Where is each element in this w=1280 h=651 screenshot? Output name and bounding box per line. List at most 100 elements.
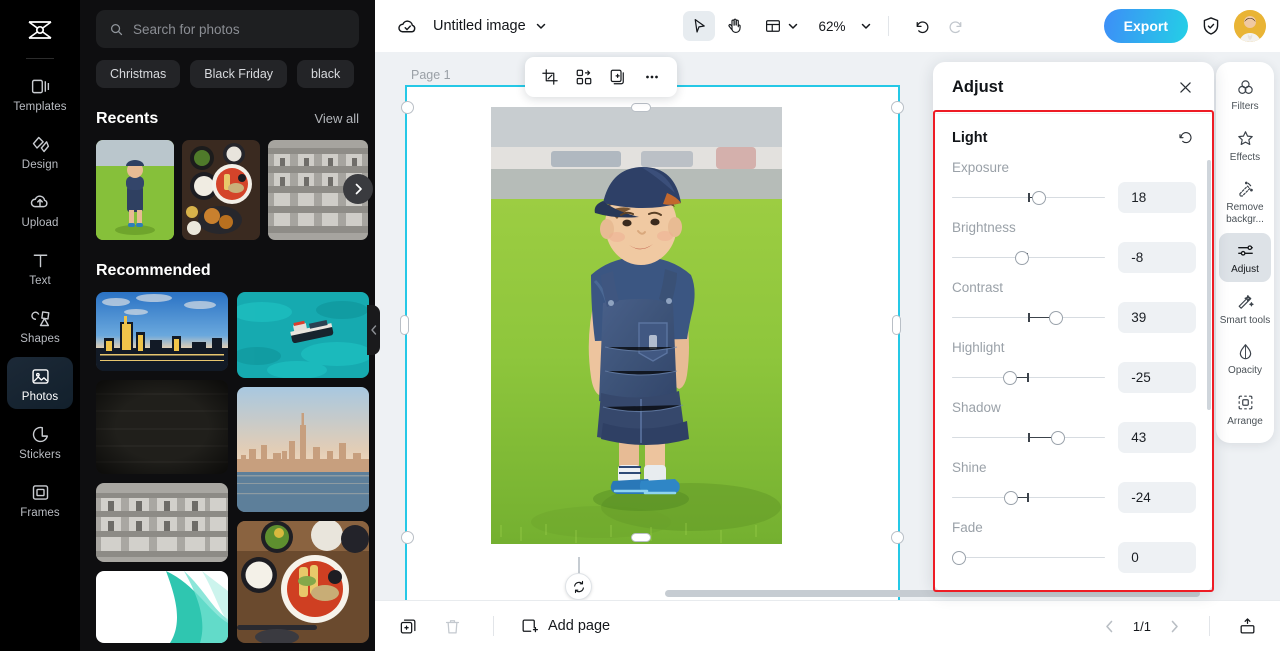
document-title-chevron-down-icon[interactable]	[535, 20, 547, 32]
rail-label: Filters	[1231, 101, 1259, 112]
contrast-value[interactable]: 39	[1118, 302, 1196, 333]
recent-thumb-boy[interactable]	[96, 140, 174, 240]
resize-handle-middle-left[interactable]	[400, 315, 409, 335]
selected-image[interactable]	[491, 107, 782, 544]
slider-knob[interactable]	[1003, 370, 1017, 385]
design-icon	[28, 132, 52, 156]
shine-slider[interactable]	[952, 489, 1105, 507]
duplicate-page-button[interactable]	[393, 611, 423, 641]
reset-icon[interactable]	[1176, 128, 1196, 148]
slider-knob[interactable]	[1049, 310, 1063, 325]
brightness-slider[interactable]	[952, 249, 1105, 267]
shadow-value[interactable]: 43	[1118, 422, 1196, 453]
brightness-value[interactable]: -8	[1118, 242, 1196, 273]
contrast-slider[interactable]	[952, 309, 1105, 327]
layout-tool-button[interactable]	[754, 11, 800, 41]
sidebar-label: Stickers	[19, 449, 61, 461]
exposure-value[interactable]: 18	[1118, 182, 1196, 213]
zoom-level[interactable]: 62%	[818, 19, 845, 34]
recent-thumb-food[interactable]	[182, 140, 260, 240]
sidebar-item-stickers[interactable]: Stickers	[7, 415, 73, 467]
hand-tool-button[interactable]	[718, 11, 750, 41]
present-button[interactable]	[1232, 611, 1262, 641]
sidebar-item-upload[interactable]: Upload	[7, 183, 73, 235]
resize-handle-bottom-center[interactable]	[631, 533, 651, 542]
highlight-slider[interactable]	[952, 369, 1105, 387]
search-field[interactable]	[96, 10, 359, 48]
slider-knob[interactable]	[1051, 430, 1065, 445]
grid-thumb-nyc-skyline[interactable]	[237, 387, 369, 512]
shine-value[interactable]: -24	[1118, 482, 1196, 513]
prev-page-button[interactable]	[1097, 613, 1123, 639]
chip-christmas[interactable]: Christmas	[96, 60, 181, 88]
document-title[interactable]: Untitled image	[433, 18, 526, 34]
close-icon[interactable]	[1174, 77, 1196, 99]
rail-label: Remove backgr...	[1226, 202, 1264, 225]
capcut-logo[interactable]	[18, 8, 62, 52]
recents-next-button[interactable]	[343, 174, 373, 204]
grid-thumb-city-skyline[interactable]	[96, 292, 228, 371]
rail-label: Arrange	[1227, 415, 1263, 427]
shield-check-icon[interactable]	[1200, 15, 1222, 37]
fade-slider[interactable]	[952, 549, 1105, 567]
layout-chevron-down-icon	[786, 20, 798, 32]
rail-item-remove-background[interactable]: Remove backgr...	[1219, 171, 1271, 231]
undo-button[interactable]	[905, 11, 937, 41]
top-toolbar: Untitled image 62% Export	[375, 0, 1280, 52]
resize-handle-bottom-right[interactable]	[891, 531, 904, 544]
recents-view-all[interactable]: View all	[314, 111, 359, 126]
sidebar-item-frames[interactable]: Frames	[7, 473, 73, 525]
shadow-slider[interactable]	[952, 429, 1105, 447]
replace-button[interactable]	[569, 62, 599, 92]
highlight-value[interactable]: -25	[1118, 362, 1196, 393]
panel-collapse-handle[interactable]	[367, 305, 380, 355]
slider-knob[interactable]	[1032, 190, 1046, 205]
rail-item-effects[interactable]: Effects	[1219, 121, 1271, 170]
duplicate-button[interactable]	[603, 62, 633, 92]
grid-thumb-ramen-set[interactable]	[237, 521, 369, 643]
resize-handle-middle-right[interactable]	[892, 315, 901, 335]
grid-thumb-teal-abstract[interactable]	[96, 571, 228, 643]
adjust-panel-scrollbar[interactable]	[1207, 160, 1211, 410]
chip-black[interactable]: black	[297, 60, 355, 88]
grid-thumb-temple-stone[interactable]	[96, 483, 228, 562]
resize-handle-top-center[interactable]	[631, 103, 651, 112]
rail-item-arrange[interactable]: Arrange	[1219, 385, 1271, 434]
sidebar-item-shapes[interactable]: Shapes	[7, 299, 73, 351]
search-input[interactable]	[133, 21, 346, 37]
rail-item-filters[interactable]: Filters	[1219, 70, 1271, 119]
exposure-slider[interactable]	[952, 189, 1105, 207]
zoom-chevron-down-icon[interactable]	[860, 20, 872, 32]
add-page-button[interactable]: Add page	[520, 617, 610, 636]
grid-thumb-dark-texture[interactable]	[96, 380, 228, 474]
image-floating-toolbar	[525, 57, 677, 97]
sidebar-item-design[interactable]: Design	[7, 125, 73, 177]
slider-knob[interactable]	[1015, 250, 1029, 265]
rail-item-smart-tools[interactable]: Smart tools	[1219, 284, 1271, 333]
sidebar-item-photos[interactable]: Photos	[7, 357, 73, 409]
delete-page-button[interactable]	[437, 611, 467, 641]
sidebar-item-templates[interactable]: Templates	[7, 67, 73, 119]
sidebar-item-text[interactable]: Text	[7, 241, 73, 293]
chip-black-friday[interactable]: Black Friday	[190, 60, 288, 88]
slider-knob[interactable]	[952, 550, 966, 565]
cloud-saved-icon[interactable]	[393, 12, 421, 40]
rotate-button[interactable]	[565, 573, 592, 600]
grid-thumb-boat-ocean[interactable]	[237, 292, 369, 378]
slider-knob[interactable]	[1004, 490, 1018, 505]
crop-button[interactable]	[535, 62, 565, 92]
export-button[interactable]: Export	[1103, 9, 1188, 43]
user-avatar[interactable]	[1234, 10, 1266, 42]
select-tool-button[interactable]	[682, 11, 715, 41]
resize-handle-top-left[interactable]	[401, 101, 414, 114]
more-button[interactable]	[637, 62, 667, 92]
rail-divider	[26, 58, 54, 59]
resize-handle-bottom-left[interactable]	[401, 531, 414, 544]
redo-button[interactable]	[941, 11, 973, 41]
rail-item-adjust[interactable]: Adjust	[1219, 233, 1271, 282]
rail-item-opacity[interactable]: Opacity	[1219, 334, 1271, 383]
next-page-button[interactable]	[1161, 613, 1187, 639]
canvas-page[interactable]	[400, 85, 904, 600]
resize-handle-top-right[interactable]	[891, 101, 904, 114]
fade-value[interactable]: 0	[1118, 542, 1196, 573]
